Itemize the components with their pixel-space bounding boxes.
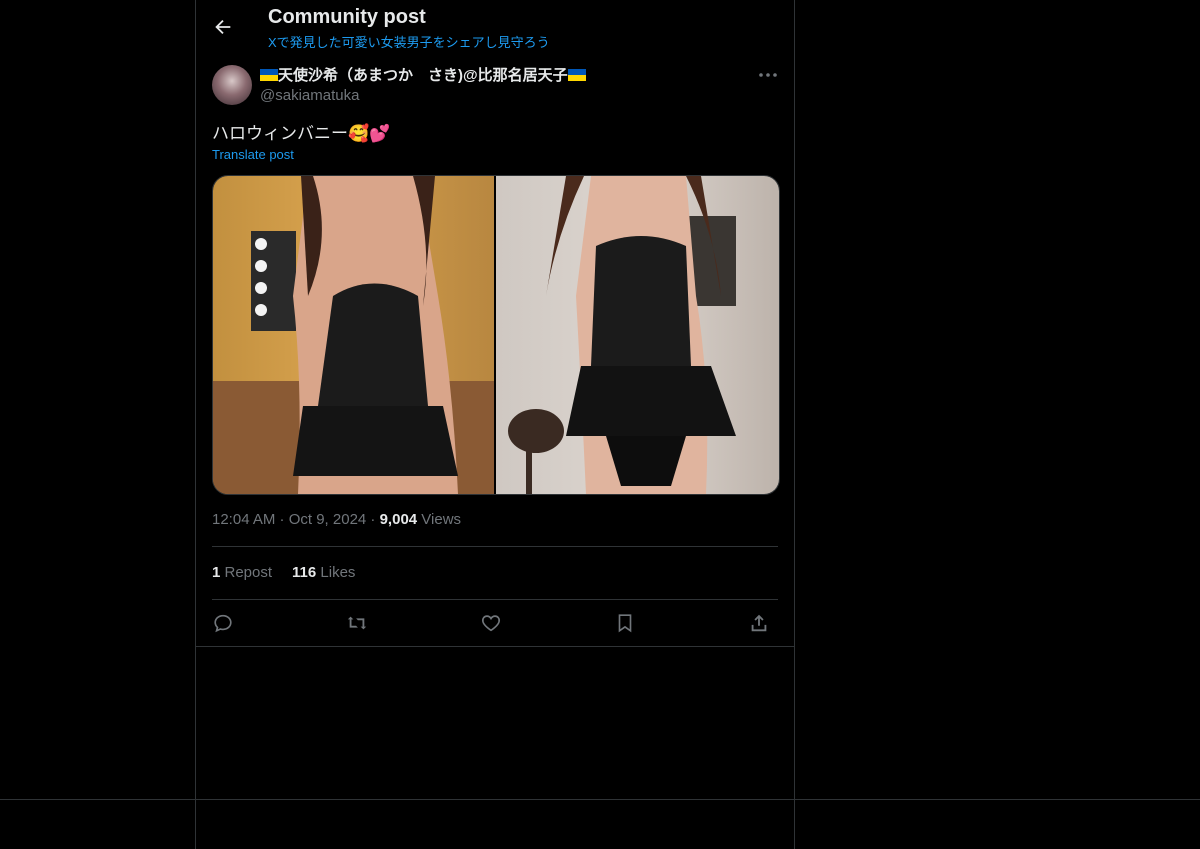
divider xyxy=(212,546,778,547)
likes-count: 116 xyxy=(292,564,317,581)
divider xyxy=(196,646,794,647)
reply-icon xyxy=(214,614,232,633)
divider xyxy=(212,599,778,600)
post-photo-1[interactable] xyxy=(213,176,494,494)
heart-icon xyxy=(481,615,501,632)
views-count: 9,004 xyxy=(379,511,418,528)
reposts-stat[interactable]: 1 Repost xyxy=(212,564,272,581)
author-name-text: 天使沙希（あまつか さき)@比那名居天子 xyxy=(278,67,568,84)
share-button[interactable] xyxy=(748,612,770,634)
views-label: Views xyxy=(417,511,462,528)
back-button[interactable] xyxy=(212,16,234,38)
share-icon xyxy=(751,614,767,632)
post-timestamp[interactable]: 12:04 AM · Oct 9, 2024 · xyxy=(212,511,380,528)
likes-label: Likes xyxy=(316,564,356,581)
post-media xyxy=(212,175,780,495)
repost-button[interactable] xyxy=(346,612,368,634)
post-stats: 1 Repost 116 Likes xyxy=(212,564,375,581)
main-column: Community post Xで発見した可愛い女装男子をシェアし見守ろう 天使… xyxy=(195,0,795,849)
author-handle[interactable]: @sakiamatuka xyxy=(260,87,359,104)
divider xyxy=(0,799,1200,800)
page-title: Community post xyxy=(268,6,426,28)
bookmark-button[interactable] xyxy=(614,612,636,634)
arrow-left-icon xyxy=(215,19,231,35)
like-button[interactable] xyxy=(480,612,502,634)
repost-label: Repost xyxy=(220,564,273,581)
post-photo-2[interactable] xyxy=(496,176,779,494)
post-timestamp-views: 12:04 AM · Oct 9, 2024 · 9,004 Views xyxy=(212,511,461,528)
avatar[interactable] xyxy=(212,65,252,105)
more-button[interactable] xyxy=(756,64,780,86)
post-actions xyxy=(212,612,778,636)
bookmark-icon xyxy=(618,614,632,633)
community-name-link[interactable]: Xで発見した可愛い女装男子をシェアし見守ろう xyxy=(268,32,550,51)
translate-post-link[interactable]: Translate post xyxy=(212,147,294,162)
likes-stat[interactable]: 116 Likes xyxy=(292,564,355,581)
author-name[interactable]: 天使沙希（あまつか さき)@比那名居天子 xyxy=(260,64,586,85)
ukraine-flag-icon xyxy=(567,69,586,81)
ukraine-flag-icon xyxy=(260,69,278,81)
retweet-icon xyxy=(347,616,367,630)
post-text: ハロウィンバニー🥰💕 xyxy=(212,124,391,143)
reply-button[interactable] xyxy=(212,612,234,634)
more-horizontal-icon xyxy=(759,73,777,77)
